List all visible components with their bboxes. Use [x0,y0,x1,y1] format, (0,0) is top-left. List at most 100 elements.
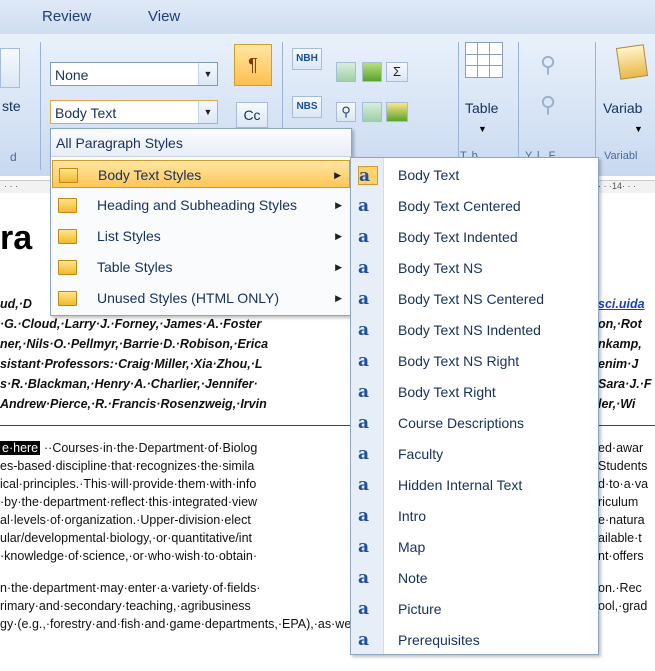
paragraph-line-right: riculum [598,495,639,509]
chevron-down-icon[interactable]: ▼ [478,124,487,134]
menu-item-label: List Styles [97,228,161,244]
paragraph-line: ular/developmental·biology,·or·quantitat… [0,531,252,545]
style-item-body-text[interactable]: a Body Text [351,160,598,191]
hyperlink-icon[interactable]: ⚲ [336,102,356,122]
paragraph-style-combo[interactable]: Body Text ▼ [50,100,218,124]
menu-item-label: Unused Styles (HTML ONLY) [97,290,280,306]
menu-item-body-text-styles[interactable]: Body Text Styles ▶ [52,160,350,188]
style-item-label: Faculty [398,446,444,462]
paragraph-style-icon: a [358,351,370,371]
style-item-body-text-ns-centered[interactable]: a Body Text NS Centered [351,284,598,315]
paragraph-style-icon: a [358,196,370,216]
style-item-prerequisites[interactable]: a Prerequisites [351,625,598,656]
paragraph-line: al·levels·of·organization.·Upper-divisio… [0,513,251,527]
style-item-label: Body Text NS [398,260,483,276]
menu-item-list-styles[interactable]: List Styles ▶ [52,222,350,250]
ribbon-tab-bar: Review View [0,0,655,35]
style-item-label: Body Text NS Right [398,353,520,369]
puzzle-icon[interactable] [362,62,382,82]
replace-icon[interactable]: ⚲ [540,92,556,118]
variables-group-label: Variabl [604,150,638,162]
menu-item-unused-styles[interactable]: Unused Styles (HTML ONLY) ▶ [52,284,350,312]
change-case-button[interactable]: Cc [236,102,268,128]
style-item-label: Intro [398,508,427,524]
paragraph-line-right: nt·offers [598,549,644,563]
style-item-label: Hidden Internal Text [398,477,523,493]
style-item-body-text-ns[interactable]: a Body Text NS [351,253,598,284]
style-item-map[interactable]: a Map [351,532,598,563]
menu-item-label: Body Text Styles [98,167,202,183]
chevron-down-icon[interactable]: ▼ [634,124,643,134]
style-item-body-text-right[interactable]: a Body Text Right [351,377,598,408]
faculty-line-right: Sara·J.·F [598,377,652,391]
faculty-line-right: on,·Rot [598,317,642,331]
style-item-note[interactable]: a Note [351,563,598,594]
find-icon[interactable]: ⚲ [540,52,556,78]
faculty-line-right: nkamp, [598,337,642,351]
style-item-label: Body Text Centered [398,198,521,214]
style-item-picture[interactable]: a Picture [351,594,598,625]
paragraph-style-icon: a [358,568,370,588]
style-item-label: Course Descriptions [398,415,525,431]
email-link[interactable]: sci.uida [598,297,645,311]
paragraph-style-icon: a [358,227,370,247]
chevron-down-icon[interactable]: ▼ [198,63,217,85]
style-item-label: Body Text NS Centered [398,291,545,307]
selected-text[interactable]: e·here [0,441,41,455]
faculty-line: ner,·Nils·O.·Pellmyr,·Barrie·D.·Robison,… [0,337,269,351]
paragraph-line-right: on.·Rec [598,581,642,595]
table-icon[interactable] [465,42,503,78]
faculty-line-right: ler,·Wi [598,397,636,411]
picture-icon[interactable] [362,102,382,122]
style-item-body-text-ns-right[interactable]: a Body Text NS Right [351,346,598,377]
nonbreaking-hyphen-button[interactable]: NBH [292,48,322,70]
character-style-combo[interactable]: None ▼ [50,62,218,86]
variables-icon[interactable] [615,44,649,80]
paragraph-line: ·by·the·department·reflect·this·integrat… [0,495,258,509]
chevron-down-icon[interactable]: ▼ [198,101,217,123]
tab-review[interactable]: Review [42,8,91,25]
style-item-label: Picture [398,601,442,617]
paragraph-style-icon: a [358,506,370,526]
symbol-button[interactable]: Σ [386,62,408,82]
all-paragraph-styles-item[interactable]: All Paragraph Styles [51,129,351,157]
paragraph-style-icon: a [358,258,370,278]
style-item-intro[interactable]: a Intro [351,501,598,532]
faculty-line: sistant·Professors:·Craig·Miller,·Xia·Zh… [0,357,263,371]
paragraph-line: ·knowledge·of·science,·or·who·wish·to·ob… [0,549,258,563]
paste-label[interactable]: ste [2,98,21,114]
tab-view[interactable]: View [148,8,180,25]
table-button-label[interactable]: Table [465,100,498,116]
show-formatting-button[interactable]: ¶ [234,44,272,86]
paragraph-line: rimary·and·secondary·teaching,·agribusin… [0,599,251,613]
ruler-left-marks: · · · [4,181,18,191]
paragraph-style-icon: a [358,475,370,495]
style-item-label: Map [398,539,426,555]
style-item-body-text-ns-indented[interactable]: a Body Text NS Indented [351,315,598,346]
style-item-faculty[interactable]: a Faculty [351,439,598,470]
chevron-right-icon: ▶ [334,170,341,180]
image-icon[interactable] [336,62,356,82]
nonbreaking-space-button[interactable]: NBS [292,96,322,118]
style-item-hidden-internal-text[interactable]: a Hidden Internal Text [351,470,598,501]
folder-icon [58,229,77,244]
style-item-body-text-indented[interactable]: a Body Text Indented [351,222,598,253]
menu-item-table-styles[interactable]: Table Styles ▶ [52,253,350,281]
faculty-line: s·R.·Blackman,·Henry·A.·Charlier,·Jennif… [0,377,258,391]
style-item-body-text-centered[interactable]: a Body Text Centered [351,191,598,222]
faculty-line: ud,·D [0,297,32,311]
folder-icon [58,291,77,306]
ruler-right-marks: · · ·14· · · [598,181,636,191]
faculty-line-right: enim·J [598,357,639,371]
paragraph-line-right: ed·awar [598,441,644,455]
chevron-right-icon: ▶ [335,231,342,241]
gallery-icon[interactable] [386,102,408,122]
style-item-course-descriptions[interactable]: a Course Descriptions [351,408,598,439]
paragraph-style-icon: a [358,382,370,402]
document-heading: ra [0,219,33,257]
style-item-label: Body Text [398,167,460,183]
paste-icon[interactable] [0,48,20,88]
menu-item-heading-styles[interactable]: Heading and Subheading Styles ▶ [52,191,350,219]
paragraph-style-icon: a [358,320,370,340]
variables-button-label[interactable]: Variab [603,100,642,116]
